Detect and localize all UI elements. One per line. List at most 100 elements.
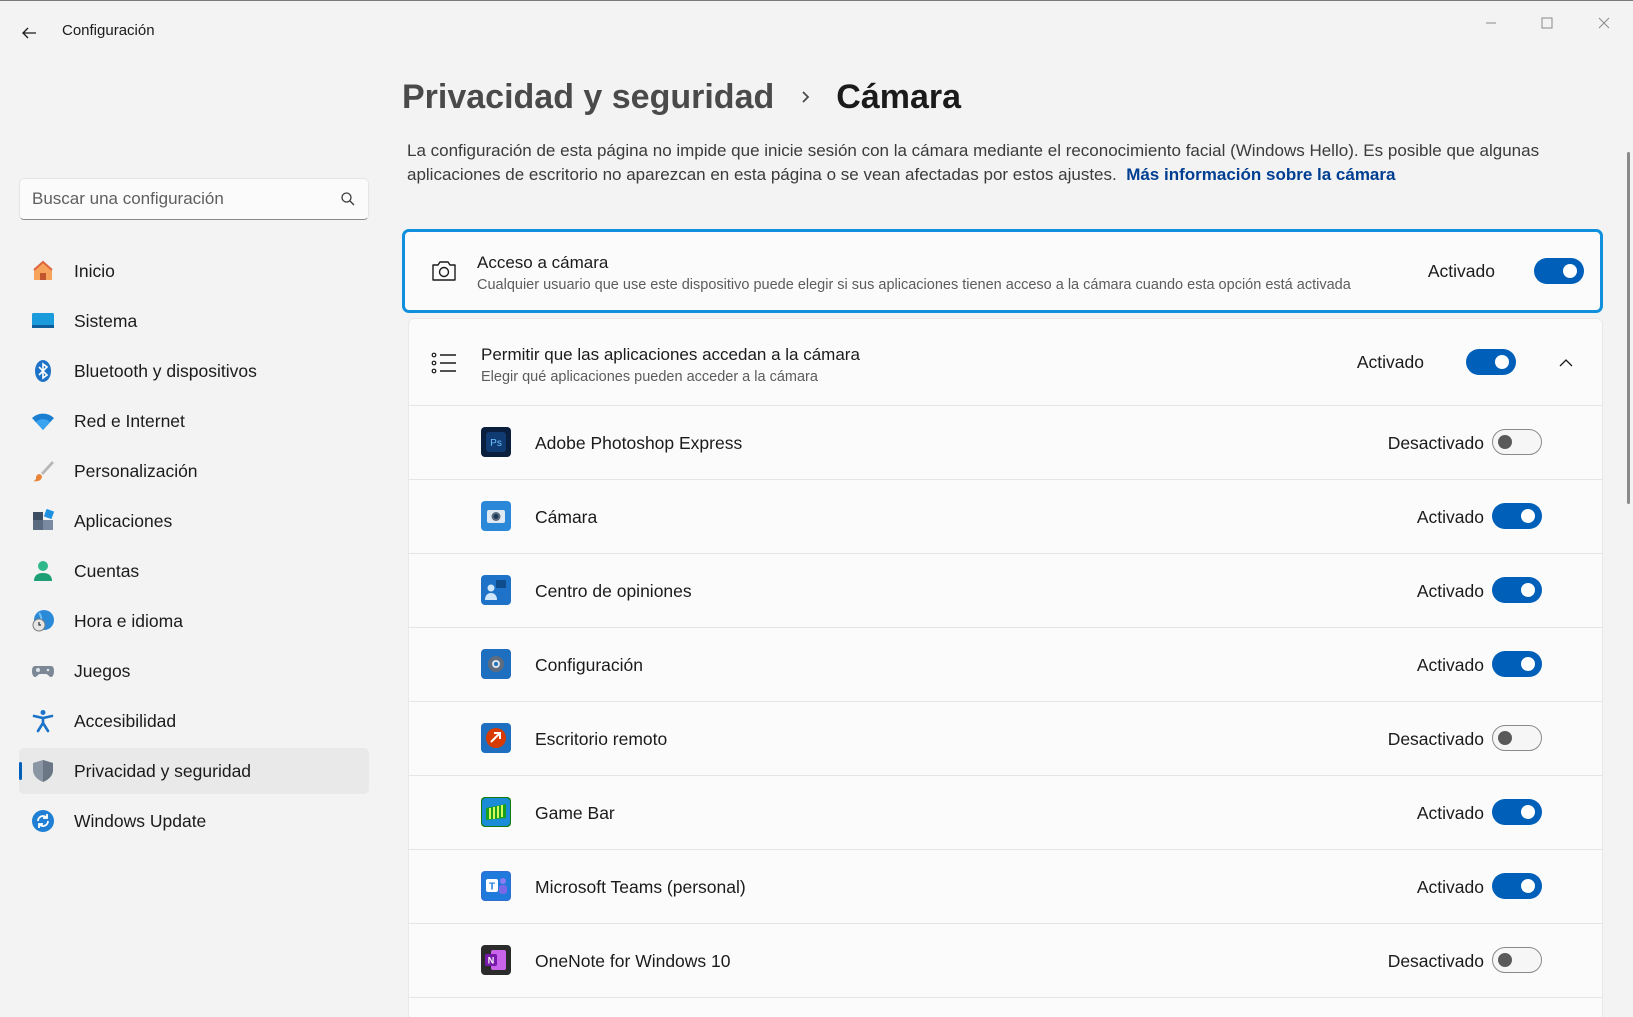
close-icon — [1598, 17, 1610, 29]
app-toggle[interactable] — [1492, 725, 1542, 751]
sidebar-item-cuentas[interactable]: Cuentas — [19, 548, 369, 594]
sidebar-item-sistema[interactable]: Sistema — [19, 298, 369, 344]
sidebar-item-hora[interactable]: Hora e idioma — [19, 598, 369, 644]
camera-access-toggle[interactable] — [1534, 258, 1584, 284]
update-icon — [32, 810, 54, 832]
page-description: La configuración de esta página no impid… — [407, 139, 1567, 187]
sidebar-item-bluetooth[interactable]: Bluetooth y dispositivos — [19, 348, 369, 394]
camera-access-card[interactable]: Acceso a cámara Cualquier usuario que us… — [402, 229, 1603, 313]
settings-app-icon — [481, 649, 511, 679]
chevron-right-icon — [802, 91, 810, 103]
title-bar: Configuración — [0, 0, 1633, 62]
apps-icon — [33, 509, 55, 530]
app-row-escritorio-remoto: Escritorio remoto Desactivado — [409, 702, 1602, 776]
breadcrumb: Privacidad y seguridad Cámara — [402, 72, 961, 122]
app-row-photoshop: Ps Adobe Photoshop Express Desactivado — [409, 406, 1602, 480]
back-arrow-icon — [22, 27, 36, 39]
search-input[interactable] — [32, 187, 332, 211]
app-row-centro-opiniones: Centro de opiniones Activado — [409, 554, 1602, 628]
maximize-button[interactable] — [1524, 8, 1570, 38]
app-row-game-bar: Game Bar Activado — [409, 776, 1602, 850]
sidebar-item-label: Sistema — [74, 310, 138, 331]
app-toggle[interactable] — [1492, 651, 1542, 677]
gamepad-icon — [32, 666, 54, 677]
sidebar-item-label: Personalización — [74, 460, 198, 481]
wifi-icon — [32, 413, 54, 430]
app-name: Microsoft Teams (personal) — [535, 877, 746, 897]
sidebar-item-red[interactable]: Red e Internet — [19, 398, 369, 444]
game-bar-icon — [481, 797, 511, 827]
chevron-up-icon[interactable] — [1558, 355, 1574, 371]
sidebar-item-label: Windows Update — [74, 810, 207, 831]
app-state: Desactivado — [1387, 729, 1484, 749]
shield-icon — [33, 760, 53, 782]
sidebar-item-privacidad[interactable]: Privacidad y seguridad — [19, 748, 369, 794]
app-toggle[interactable] — [1492, 503, 1542, 529]
app-state: Activado — [1416, 803, 1484, 823]
bluetooth-icon — [35, 360, 51, 382]
camera-access-state: Activado — [1427, 261, 1495, 281]
sidebar-item-label: Hora e idioma — [74, 610, 183, 631]
app-row-teams: T Microsoft Teams (personal) Activado — [409, 850, 1602, 924]
app-row-onenote: N OneNote for Windows 10 Desactivado — [409, 924, 1602, 998]
teams-icon: T — [481, 871, 511, 901]
sidebar-item-accesibilidad[interactable]: Accesibilidad — [19, 698, 369, 744]
app-toggle[interactable] — [1492, 429, 1542, 455]
app-toggle[interactable] — [1492, 799, 1542, 825]
learn-more-link[interactable]: Más información sobre la cámara — [1126, 165, 1395, 184]
photoshop-express-icon: Ps — [481, 427, 511, 457]
app-access-subtitle: Elegir qué aplicaciones pueden acceder a… — [481, 369, 818, 385]
sidebar-item-label: Privacidad y seguridad — [74, 760, 252, 781]
list-icon — [431, 352, 456, 374]
app-toggle[interactable] — [1492, 873, 1542, 899]
app-title: Configuración — [62, 22, 155, 39]
minimize-button[interactable] — [1468, 8, 1514, 38]
minimize-icon — [1486, 22, 1496, 24]
home-icon — [33, 260, 53, 280]
sidebar-item-label: Aplicaciones — [74, 510, 173, 531]
app-state: Desactivado — [1387, 433, 1484, 453]
back-button[interactable] — [14, 18, 44, 48]
sidebar-item-label: Red e Internet — [74, 410, 185, 431]
app-row-configuracion: Configuración Activado — [409, 628, 1602, 702]
app-access-header[interactable]: Permitir que las aplicaciones accedan a … — [409, 319, 1602, 406]
camera-icon — [432, 261, 456, 281]
feedback-hub-icon — [481, 575, 511, 605]
breadcrumb-parent[interactable]: Privacidad y seguridad — [402, 78, 774, 117]
svg-text:Ps: Ps — [490, 438, 502, 449]
sidebar-item-inicio[interactable]: Inicio — [19, 248, 369, 294]
camera-access-subtitle: Cualquier usuario que use este dispositi… — [477, 277, 1351, 293]
camera-app-icon — [481, 501, 511, 531]
camera-access-title: Acceso a cámara — [477, 253, 609, 272]
app-access-group: Permitir que las aplicaciones accedan a … — [408, 318, 1603, 1017]
sidebar-item-label: Inicio — [74, 260, 115, 281]
search-box — [19, 178, 369, 220]
app-state: Activado — [1416, 655, 1484, 675]
app-access-title: Permitir que las aplicaciones accedan a … — [481, 345, 860, 364]
sidebar-item-windows-update[interactable]: Windows Update — [19, 798, 369, 844]
app-name: Adobe Photoshop Express — [535, 433, 743, 453]
app-access-toggle[interactable] — [1466, 349, 1516, 375]
scrollbar[interactable] — [1627, 152, 1630, 504]
app-name: Escritorio remoto — [535, 729, 668, 749]
app-state: Desactivado — [1387, 951, 1484, 971]
sidebar-item-personalizacion[interactable]: Personalización — [19, 448, 369, 494]
search-icon[interactable] — [340, 191, 356, 207]
app-name: OneNote for Windows 10 — [535, 951, 731, 971]
svg-text:N: N — [488, 956, 495, 966]
close-button[interactable] — [1581, 8, 1627, 38]
page-title: Cámara — [836, 77, 962, 116]
brush-icon — [33, 461, 54, 482]
app-name: Configuración — [535, 655, 643, 675]
app-state: Activado — [1416, 581, 1484, 601]
sidebar-item-label: Juegos — [74, 660, 131, 681]
app-state: Activado — [1416, 507, 1484, 527]
accessibility-icon — [32, 710, 54, 733]
sidebar-nav: Inicio Sistema Bluetooth y dispositivos … — [19, 248, 369, 848]
sidebar-item-label: Bluetooth y dispositivos — [74, 360, 257, 381]
app-row-camara: Cámara Activado — [409, 480, 1602, 554]
sidebar-item-aplicaciones[interactable]: Aplicaciones — [19, 498, 369, 544]
app-toggle[interactable] — [1492, 947, 1542, 973]
sidebar-item-juegos[interactable]: Juegos — [19, 648, 369, 694]
app-toggle[interactable] — [1492, 577, 1542, 603]
